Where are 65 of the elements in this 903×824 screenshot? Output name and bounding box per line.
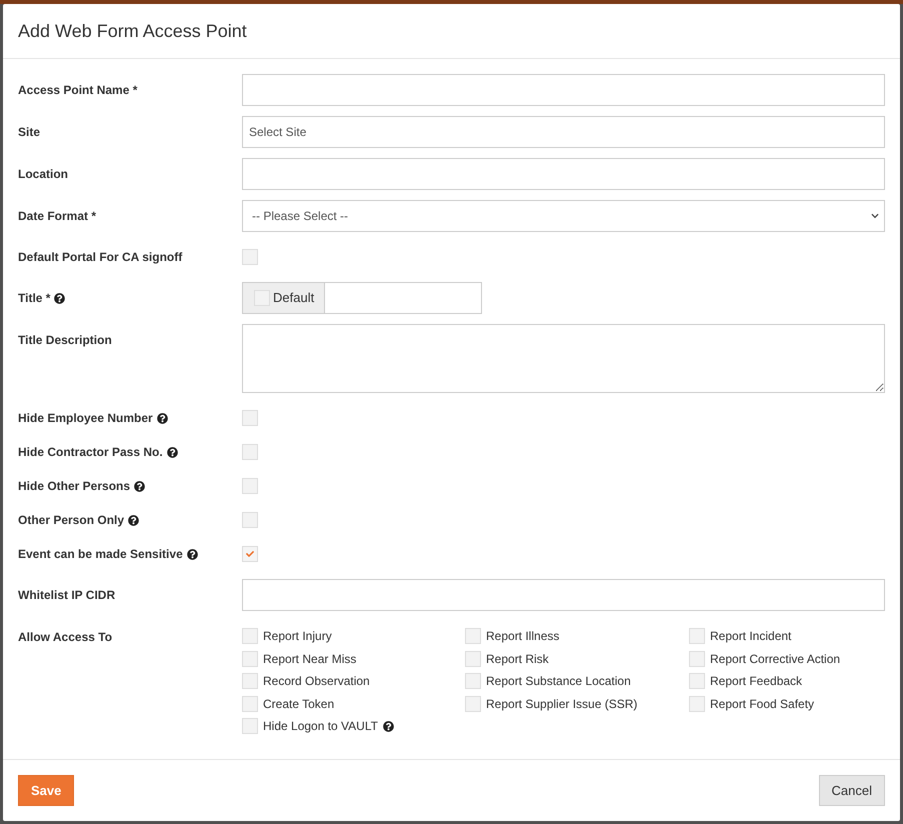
checkbox[interactable] <box>689 673 705 689</box>
field-label: Event can be made Sensitive <box>18 546 183 562</box>
check-icon <box>245 550 255 558</box>
checkbox[interactable] <box>689 696 705 712</box>
option-label: Report Risk <box>486 650 549 666</box>
checkbox[interactable] <box>465 696 481 712</box>
option-label: Report Supplier Issue (SSR) <box>486 696 638 712</box>
checkbox[interactable] <box>465 628 481 644</box>
field-label: Hide Contractor Pass No. <box>18 444 163 460</box>
option-label: Record Observation <box>263 673 370 689</box>
chevron-down-icon <box>870 212 880 220</box>
checkbox[interactable] <box>242 650 258 666</box>
checkbox[interactable] <box>242 444 258 460</box>
field-label: Other Person Only <box>18 512 124 528</box>
help-icon[interactable] <box>382 720 394 732</box>
help-icon[interactable] <box>54 292 66 304</box>
option-label: Report Illness <box>486 628 560 644</box>
help-icon[interactable] <box>128 514 140 526</box>
help-icon[interactable] <box>156 412 168 424</box>
option-label: Report Feedback <box>710 673 802 689</box>
checkbox[interactable] <box>242 410 258 426</box>
checkbox[interactable] <box>242 249 258 265</box>
field-label: Hide Other Persons <box>18 478 130 494</box>
help-icon[interactable] <box>186 548 198 560</box>
option-label: Report Corrective Action <box>710 650 840 666</box>
option-label: Report Near Miss <box>263 650 356 666</box>
field-label: Whitelist IP CIDR <box>18 587 116 603</box>
field-label: Location <box>18 166 68 182</box>
field-label: Hide Employee Number <box>18 410 153 426</box>
option-label: Hide Logon to VAULT <box>263 718 378 734</box>
option-label: Report Substance Location <box>486 673 631 689</box>
checkbox[interactable] <box>689 628 705 644</box>
input-field[interactable]: Select Site <box>242 116 885 148</box>
dropdown-select[interactable]: -- Please Select -- <box>242 200 885 232</box>
checkbox[interactable] <box>242 546 258 562</box>
input-field[interactable] <box>242 158 885 190</box>
cancel-button[interactable]: Cancel <box>818 775 885 806</box>
help-icon[interactable] <box>134 480 146 492</box>
checkbox[interactable] <box>465 673 481 689</box>
dialog-title: Add Web Form Access Point <box>18 20 247 42</box>
checkbox[interactable] <box>242 628 258 644</box>
help-icon[interactable] <box>166 446 178 458</box>
checkbox[interactable] <box>242 673 258 689</box>
field-label: Allow Access To <box>18 629 112 645</box>
textarea-field[interactable] <box>242 324 885 393</box>
input-field[interactable] <box>242 579 885 611</box>
input-field[interactable] <box>325 282 482 314</box>
checkbox[interactable] <box>465 650 481 666</box>
field-label: Default Portal For CA signoff <box>18 249 182 265</box>
checkbox[interactable] <box>242 718 258 734</box>
checkbox[interactable] <box>689 650 705 666</box>
option-label: Report Food Safety <box>710 696 814 712</box>
input-field[interactable] <box>242 74 885 106</box>
default-label: Default <box>273 289 314 308</box>
checkbox[interactable] <box>242 696 258 712</box>
field-label: Date Format * <box>18 208 96 224</box>
option-label: Report Incident <box>710 628 792 644</box>
option-label: Create Token <box>263 696 334 712</box>
field-label: Title Description <box>18 332 112 348</box>
field-label: Access Point Name * <box>18 82 138 98</box>
checkbox[interactable] <box>242 512 258 528</box>
field-label: Title * <box>18 290 50 306</box>
field-label: Site <box>18 124 40 140</box>
option-label: Report Injury <box>263 628 332 644</box>
checkbox[interactable] <box>242 478 258 494</box>
